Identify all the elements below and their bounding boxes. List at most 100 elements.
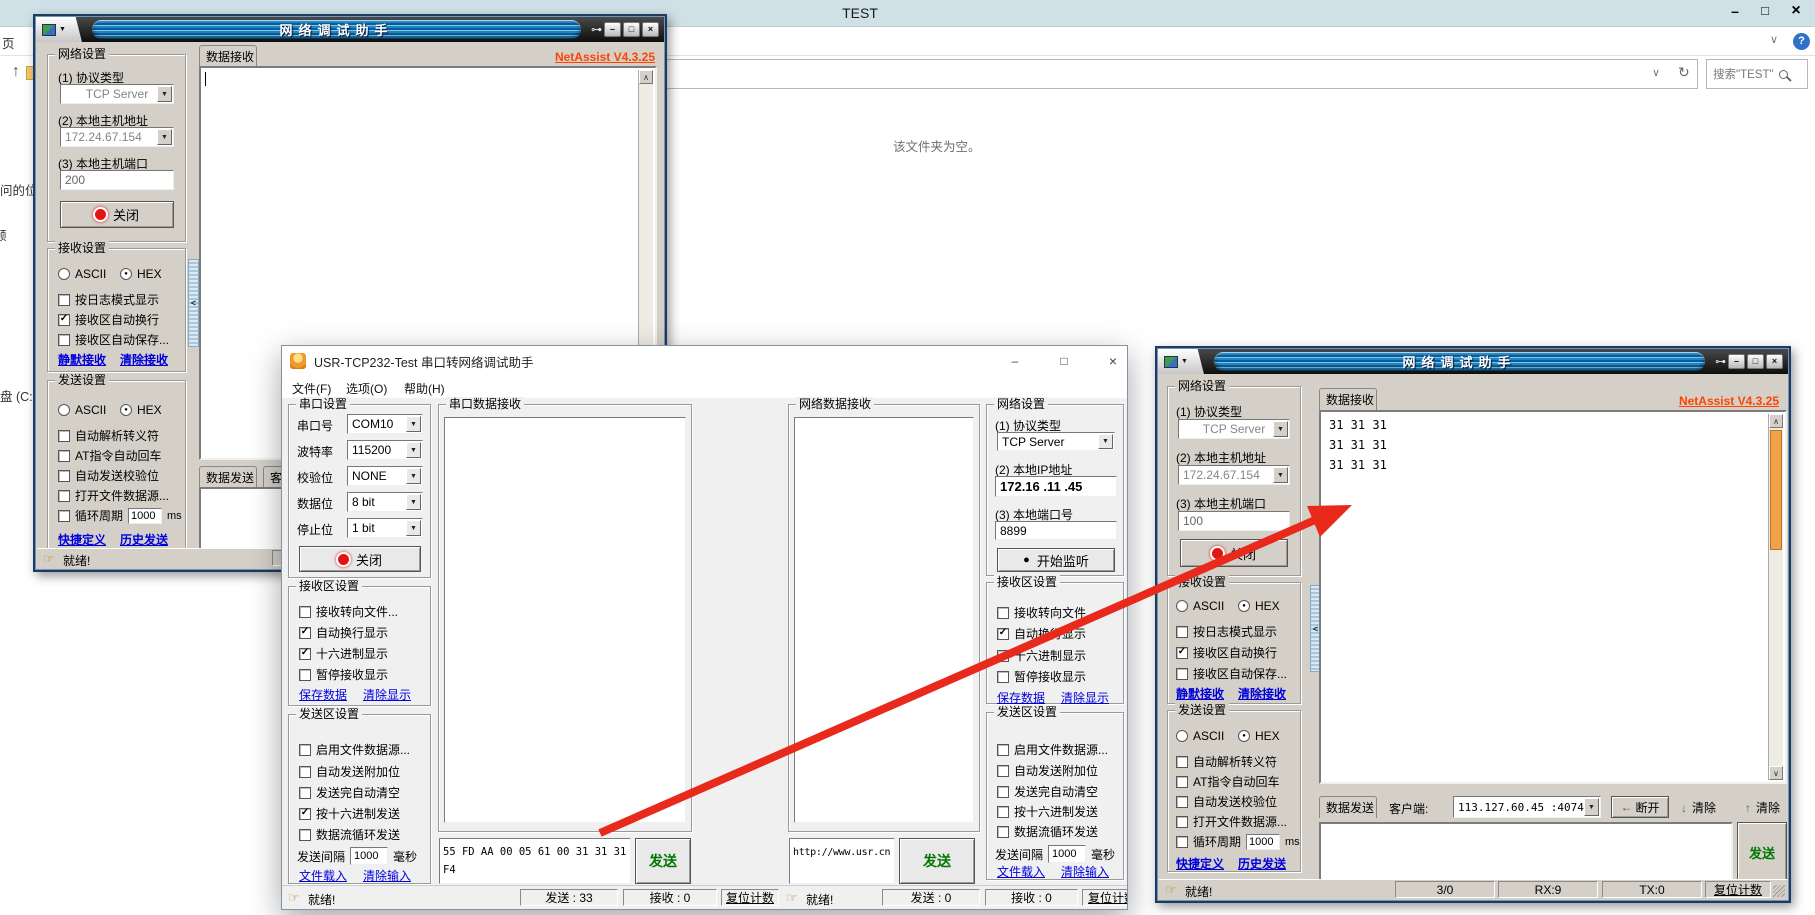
ascii-radio[interactable]: ASCII: [58, 403, 106, 417]
refresh-icon[interactable]: ↻: [1678, 64, 1690, 81]
netassist-version-link[interactable]: NetAssist V4.3.25: [1679, 394, 1779, 408]
baud-rate-select[interactable]: 115200▼: [347, 440, 423, 460]
serial-send-input[interactable]: 55 FD AA 00 05 61 00 31 31 31 F4: [439, 838, 631, 884]
dropdown-arrow-icon[interactable]: ▼: [1098, 434, 1113, 449]
silent-receive-link[interactable]: 静默接收: [1176, 685, 1224, 702]
collapse-panel-icon[interactable]: <: [188, 259, 199, 347]
clear-input-link[interactable]: 清除输入: [1061, 863, 1109, 880]
clear-receive-link[interactable]: 清除接收: [120, 351, 168, 368]
menu-options[interactable]: 选项(O): [346, 380, 387, 397]
titlebar[interactable]: ▼ 网络调试助手 ⊶ – □ ×: [1158, 349, 1788, 374]
nav-fragment-media[interactable]: 频: [0, 225, 10, 244]
dropdown-arrow-icon[interactable]: ▼: [157, 86, 172, 102]
checkbox-cycle-period[interactable]: 循环周期1000ms: [58, 507, 182, 524]
scroll-up-icon[interactable]: ∧: [1769, 414, 1783, 428]
ribbon-expand-icon[interactable]: ∨: [1770, 33, 1778, 46]
checkbox-log-mode[interactable]: 按日志模式显示: [58, 291, 159, 308]
close-button[interactable]: ×: [642, 22, 659, 37]
titlebar[interactable]: ▼ 网络调试助手 ⊶ – □ ×: [36, 17, 664, 42]
parity-select[interactable]: NONE▼: [347, 466, 423, 486]
minimize-button[interactable]: –: [1728, 354, 1745, 369]
checkbox-recv-to-file[interactable]: 接收转向文件...: [299, 603, 398, 620]
tab-data-receive[interactable]: 数据接收: [1319, 388, 1377, 410]
send-interval-input[interactable]: 1000: [1048, 845, 1086, 863]
nav-fragment-homepage[interactable]: 页: [2, 33, 15, 52]
pin-icon[interactable]: ⊶: [591, 23, 602, 36]
network-reset-counter-button[interactable]: 复位计数: [1082, 889, 1127, 906]
serial-reset-counter-button[interactable]: 复位计数: [721, 889, 779, 906]
scrollbar[interactable]: ∧ ∨: [1768, 414, 1783, 780]
clear-input-link[interactable]: 清除输入: [363, 867, 411, 884]
checkbox-file-source[interactable]: 打开文件数据源...: [58, 487, 169, 504]
protocol-type-select[interactable]: TCP Server▼: [997, 432, 1115, 451]
checkbox-hex-display[interactable]: ✓十六进制显示: [299, 645, 388, 662]
save-data-link[interactable]: 保存数据: [997, 689, 1045, 706]
checkbox-escape-parse[interactable]: 自动解析转义符: [1176, 753, 1277, 770]
checkbox-auto-append[interactable]: 自动发送附加位: [997, 762, 1098, 779]
scroll-down-icon[interactable]: ∨: [1769, 766, 1783, 780]
send-interval-input[interactable]: 1000: [350, 847, 388, 865]
history-send-link[interactable]: 历史发送: [1238, 855, 1286, 872]
ascii-radio[interactable]: ASCII: [58, 267, 106, 281]
silent-receive-link[interactable]: 静默接收: [58, 351, 106, 368]
close-button[interactable]: ×: [1766, 354, 1783, 369]
up-button[interactable]: ↑: [12, 63, 20, 81]
dropdown-arrow-icon[interactable]: ▼: [157, 129, 172, 145]
checkbox-loop-send[interactable]: 数据流循环发送: [997, 823, 1098, 840]
dropdown-arrow-icon[interactable]: ▼: [406, 494, 421, 510]
menu-dropdown-icon[interactable]: ▼: [59, 26, 66, 33]
checkbox-auto-wrap[interactable]: ✓接收区自动换行: [1176, 644, 1277, 661]
checkbox-at-enter[interactable]: AT指令自动回车: [1176, 773, 1279, 790]
dropdown-arrow-icon[interactable]: ▼: [1273, 421, 1288, 437]
network-send-input[interactable]: http://www.usr.cn: [789, 838, 895, 884]
clear-display-link[interactable]: 清除显示: [1061, 689, 1109, 706]
checkbox-at-enter[interactable]: AT指令自动回车: [58, 447, 161, 464]
resize-grip[interactable]: [1773, 885, 1785, 897]
search-box[interactable]: 搜索"TEST": [1706, 59, 1808, 89]
clear-receive-link[interactable]: 清除接收: [1238, 685, 1286, 702]
app-icon[interactable]: [1164, 356, 1178, 368]
help-icon[interactable]: ?: [1793, 33, 1810, 50]
checkbox-clear-after-send[interactable]: 发送完自动清空: [997, 783, 1098, 800]
protocol-type-select[interactable]: TCP Server▼: [60, 84, 174, 104]
clear-receive-button[interactable]: ↓清除: [1681, 799, 1716, 816]
dropdown-arrow-icon[interactable]: ▼: [406, 520, 421, 536]
local-port-input[interactable]: 8899: [995, 521, 1117, 540]
stop-bits-select[interactable]: 1 bit▼: [347, 518, 423, 538]
cycle-period-input[interactable]: 1000: [1246, 834, 1280, 850]
netassist-version-link[interactable]: NetAssist V4.3.25: [555, 50, 655, 64]
scrollbar-thumb[interactable]: [1770, 430, 1782, 550]
history-send-link[interactable]: 历史发送: [120, 531, 168, 548]
local-host-port-input[interactable]: 200: [60, 170, 174, 190]
search-input[interactable]: 搜索"TEST": [1713, 66, 1774, 82]
receive-area[interactable]: 31 31 31 31 31 31 31 31 31 ∧ ∨: [1319, 410, 1787, 784]
clear-send-button[interactable]: ↑清除: [1745, 799, 1780, 816]
protocol-type-select[interactable]: TCP Server▼: [1178, 419, 1290, 439]
hex-radio[interactable]: ●HEX: [120, 403, 162, 417]
save-data-link[interactable]: 保存数据: [299, 686, 347, 703]
dropdown-arrow-icon[interactable]: ▼: [1584, 798, 1599, 816]
minimize-button[interactable]: –: [993, 346, 1037, 376]
serial-port-select[interactable]: COM10▼: [347, 414, 423, 434]
checkbox-file-source[interactable]: 打开文件数据源...: [1176, 813, 1287, 830]
maximize-button[interactable]: □: [1747, 354, 1764, 369]
close-connection-button[interactable]: 关闭: [60, 201, 174, 228]
minimize-button[interactable]: –: [604, 22, 621, 37]
serial-send-button[interactable]: 发送: [635, 838, 691, 884]
checkbox-pause-recv[interactable]: 暂停接收显示: [299, 666, 388, 683]
menu-dropdown-icon[interactable]: ▼: [1181, 358, 1188, 365]
maximize-button[interactable]: □: [1752, 3, 1778, 25]
checkbox-auto-checksum[interactable]: 自动发送校验位: [1176, 793, 1277, 810]
reset-counter-button[interactable]: 复位计数: [1705, 881, 1771, 898]
checkbox-escape-parse[interactable]: 自动解析转义符: [58, 427, 159, 444]
tab-data-receive[interactable]: 数据接收: [199, 45, 257, 66]
network-receive-area[interactable]: [794, 417, 974, 823]
start-listen-button[interactable]: ●开始监听: [997, 548, 1115, 572]
checkbox-auto-save[interactable]: 接收区自动保存...: [1176, 665, 1287, 682]
menu-file[interactable]: 文件(F): [292, 380, 331, 397]
checkbox-send-as-hex[interactable]: ✓按十六进制发送: [299, 805, 400, 822]
load-file-link[interactable]: 文件载入: [997, 863, 1045, 880]
checkbox-hex-display[interactable]: 十六进制显示: [997, 647, 1086, 664]
checkbox-recv-to-file[interactable]: 接收转向文件...: [997, 604, 1096, 621]
client-select[interactable]: 113.127.60.45 :40746▼: [1453, 796, 1601, 818]
